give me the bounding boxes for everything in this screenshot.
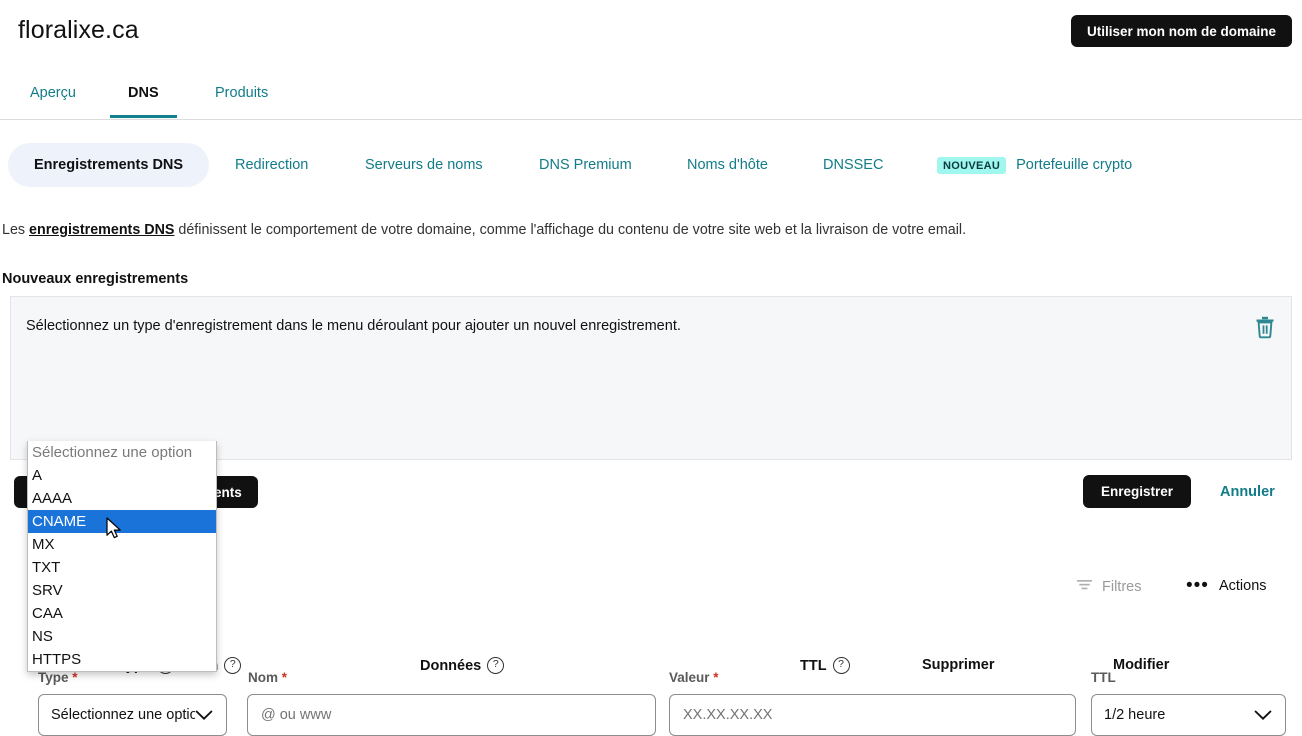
ellipsis-icon: ••• bbox=[1186, 575, 1209, 596]
label-valeur: Valeur * bbox=[669, 670, 719, 685]
help-icon[interactable]: ? bbox=[487, 657, 505, 674]
label-text: Nom bbox=[248, 670, 278, 685]
dns-records-link[interactable]: enregistrements DNS bbox=[29, 222, 174, 238]
dns-description: Les enregistrements DNS définissent le c… bbox=[2, 222, 966, 238]
record-value-input[interactable] bbox=[669, 694, 1076, 736]
subtab-redirection[interactable]: Redirection bbox=[235, 143, 308, 187]
dropdown-option[interactable]: A bbox=[28, 464, 216, 487]
save-button[interactable]: Enregistrer bbox=[1083, 475, 1192, 508]
actions-label: Actions bbox=[1218, 578, 1267, 594]
subtab-label: Redirection bbox=[235, 157, 309, 173]
header-label: Données bbox=[420, 657, 482, 674]
record-name-input[interactable] bbox=[247, 694, 656, 736]
subtab-dnssec[interactable]: DNSSEC bbox=[823, 143, 883, 187]
subtab-label: DNS Premium bbox=[539, 157, 632, 173]
dropdown-option[interactable]: Sélectionnez une option bbox=[28, 441, 216, 464]
table-header-ttl: TTL ? bbox=[800, 657, 850, 674]
desc-suffix: définissent le comportement de votre dom… bbox=[174, 222, 967, 238]
required-marker: * bbox=[72, 670, 78, 685]
chevron-down-icon bbox=[1254, 710, 1272, 721]
dns-subtabs: Enregistrements DNS Redirection Serveurs… bbox=[0, 143, 1302, 187]
help-icon[interactable]: ? bbox=[224, 657, 242, 674]
subtab-label: Portefeuille crypto bbox=[1016, 157, 1133, 173]
record-type-value: Sélectionnez une option bbox=[51, 707, 195, 723]
page-title: floralixe.ca bbox=[18, 16, 139, 44]
chevron-down-icon bbox=[195, 710, 213, 721]
trash-icon bbox=[1256, 316, 1274, 338]
record-type-select[interactable]: Sélectionnez une option bbox=[38, 694, 227, 736]
page-header: floralixe.ca Utiliser mon nom de domaine bbox=[0, 0, 1302, 70]
table-header-supprimer: Supprimer bbox=[922, 657, 995, 673]
actions-menu-button[interactable]: ••• Actions bbox=[1186, 575, 1267, 596]
header-label: TTL bbox=[800, 657, 827, 674]
subtab-label: DNSSEC bbox=[823, 157, 884, 173]
label-text: Type bbox=[38, 670, 69, 685]
panel-hint-text: Sélectionnez un type d'enregistrement da… bbox=[26, 318, 681, 334]
dropdown-option[interactable]: MX bbox=[28, 533, 216, 556]
dropdown-option[interactable]: CAA bbox=[28, 602, 216, 625]
tab-label: Produits bbox=[215, 85, 269, 101]
tab-produits[interactable]: Produits bbox=[215, 76, 268, 118]
tab-label: DNS bbox=[128, 85, 159, 101]
dropdown-option[interactable]: CNAME bbox=[28, 510, 216, 533]
header-label: Modifier bbox=[1113, 657, 1170, 673]
subtab-noms-dhote[interactable]: Noms d'hôte bbox=[687, 143, 768, 187]
subtab-label: Serveurs de noms bbox=[365, 157, 483, 173]
dropdown-option[interactable]: AAAA bbox=[28, 487, 216, 510]
record-ttl-value: 1/2 heure bbox=[1104, 707, 1166, 723]
subtab-label: Enregistrements DNS bbox=[34, 157, 184, 173]
record-type-dropdown-list[interactable]: Sélectionnez une option A AAAA CNAME MX TXT SR… bbox=[27, 441, 217, 672]
delete-row-button[interactable] bbox=[1251, 314, 1279, 342]
tab-apercu[interactable]: Aperçu bbox=[30, 76, 76, 118]
use-my-domain-button[interactable]: Utiliser mon nom de domaine bbox=[1070, 15, 1292, 47]
header-label: Supprimer bbox=[922, 657, 995, 673]
table-header-donnees: Données ? bbox=[420, 657, 505, 674]
section-title: Nouveaux enregistrements bbox=[2, 271, 189, 287]
dropdown-option[interactable]: NS bbox=[28, 625, 216, 648]
primary-tabs: Aperçu DNS Produits bbox=[0, 76, 1302, 120]
filters-button[interactable]: Filtres bbox=[1076, 578, 1141, 595]
table-header-modifier: Modifier bbox=[1113, 657, 1169, 673]
tab-dns[interactable]: DNS bbox=[110, 76, 177, 118]
subtab-dns-premium[interactable]: DNS Premium bbox=[539, 143, 632, 187]
label-text: Valeur bbox=[669, 670, 710, 685]
label-nom: Nom * bbox=[248, 670, 287, 685]
required-marker: * bbox=[281, 670, 288, 685]
help-icon[interactable]: ? bbox=[832, 657, 850, 674]
subtab-enregistrements-dns[interactable]: Enregistrements DNS bbox=[8, 143, 210, 187]
subtab-portefeuille-crypto[interactable]: NOUVEAU Portefeuille crypto bbox=[937, 143, 1132, 187]
required-marker: * bbox=[713, 670, 719, 685]
label-type: Type * bbox=[38, 670, 78, 685]
filter-icon bbox=[1076, 578, 1093, 595]
dropdown-option[interactable]: TXT bbox=[28, 556, 216, 579]
filters-label: Filtres bbox=[1102, 578, 1142, 595]
subtab-label: Noms d'hôte bbox=[687, 157, 768, 173]
dropdown-option[interactable]: HTTPS bbox=[28, 648, 216, 671]
record-ttl-select[interactable]: 1/2 heure bbox=[1091, 694, 1286, 736]
dropdown-option[interactable]: SRV bbox=[28, 579, 216, 602]
desc-prefix: Les bbox=[2, 222, 30, 238]
subtab-serveurs-de-noms[interactable]: Serveurs de noms bbox=[365, 143, 483, 187]
cancel-button[interactable]: Annuler bbox=[1220, 484, 1275, 500]
tab-label: Aperçu bbox=[30, 85, 76, 101]
new-badge: NOUVEAU bbox=[937, 156, 1007, 174]
new-record-panel: Sélectionnez un type d'enregistrement da… bbox=[10, 296, 1292, 736]
